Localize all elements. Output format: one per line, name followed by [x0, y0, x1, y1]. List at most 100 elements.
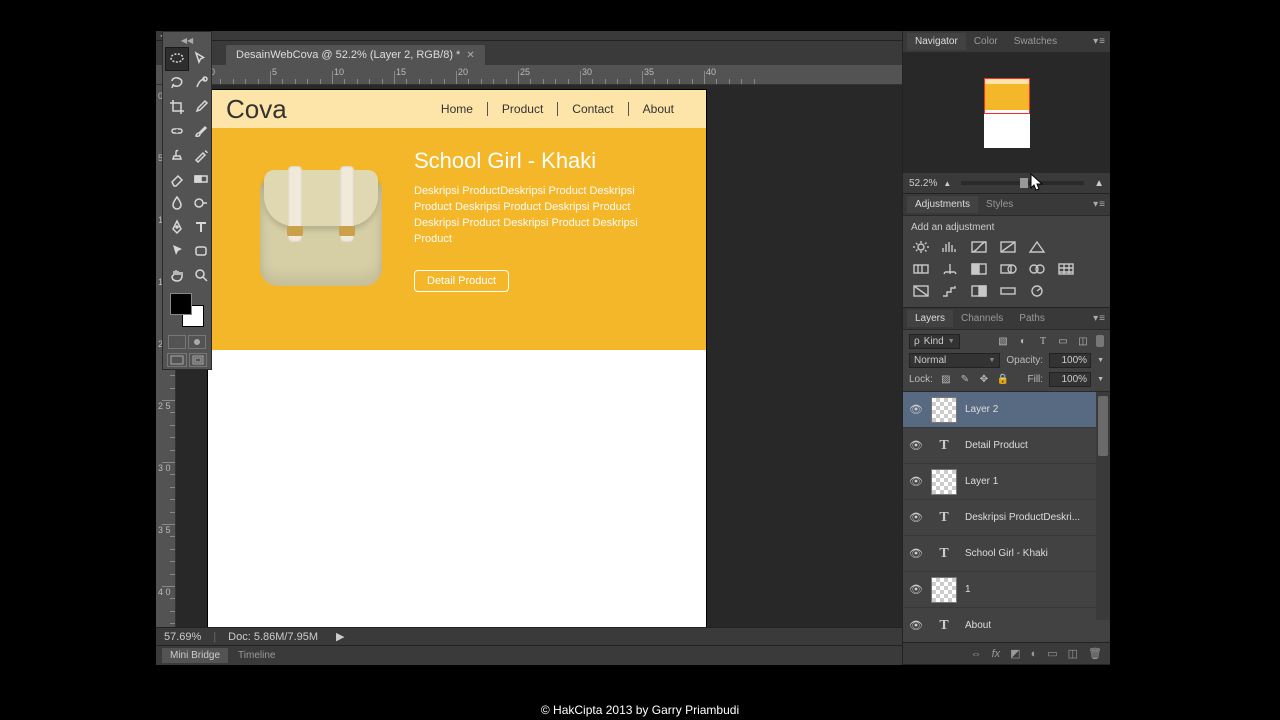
panel-menu-icon[interactable]: ▾≡ [1093, 199, 1106, 210]
posterize-adj-icon[interactable] [940, 283, 960, 299]
layer-row[interactable]: 👁1 [903, 572, 1110, 608]
link-layers-icon[interactable]: ⇔ [971, 648, 982, 660]
blur-tool[interactable] [165, 191, 189, 215]
pen-tool[interactable] [165, 215, 189, 239]
tab-navigator[interactable]: Navigator [907, 33, 966, 50]
levels-adj-icon[interactable] [940, 239, 960, 255]
tab-styles[interactable]: Styles [978, 196, 1021, 213]
tab-layers[interactable]: Layers [907, 310, 953, 327]
quick-select-tool[interactable] [189, 71, 213, 95]
zoom-readout[interactable]: 57.69% [164, 631, 201, 643]
new-fill-adj-icon[interactable]: ◐ [1031, 648, 1038, 660]
zoom-tool[interactable] [189, 263, 213, 287]
zoom-out-icon[interactable]: ▲ [943, 179, 951, 188]
text-tool[interactable] [189, 215, 213, 239]
delete-layer-icon[interactable]: 🗑 [1088, 647, 1102, 660]
exposure-adj-icon[interactable] [998, 239, 1018, 255]
visibility-toggle[interactable]: 👁 [909, 439, 923, 452]
healing-brush-tool[interactable] [165, 119, 189, 143]
threshold-adj-icon[interactable] [969, 283, 989, 299]
visibility-toggle[interactable]: 👁 [909, 403, 923, 416]
filter-text-icon[interactable]: T [1036, 335, 1050, 349]
tab-color[interactable]: Color [966, 33, 1006, 50]
document-canvas[interactable]: Cova Home Product Contact About [208, 90, 706, 628]
screen-mode-alt-icon[interactable] [189, 353, 207, 367]
hue-adj-icon[interactable] [911, 261, 931, 277]
color-swatches[interactable] [170, 293, 204, 327]
visibility-toggle[interactable]: 👁 [909, 475, 923, 488]
fill-input[interactable]: 100% [1049, 372, 1091, 387]
new-layer-icon[interactable]: ◫ [1068, 647, 1078, 660]
selective-color-icon[interactable] [1027, 283, 1047, 299]
screen-mode-icon[interactable] [167, 353, 187, 367]
bw-adj-icon[interactable] [969, 261, 989, 277]
eyedropper-tool[interactable] [189, 95, 213, 119]
tab-adjustments[interactable]: Adjustments [907, 196, 978, 213]
photo-filter-icon[interactable] [998, 261, 1018, 277]
document-tab[interactable]: DesainWebCova @ 52.2% (Layer 2, RGB/8) *… [226, 45, 485, 65]
brightness-icon[interactable] [911, 239, 931, 255]
invert-adj-icon[interactable] [911, 283, 931, 299]
tab-paths[interactable]: Paths [1011, 310, 1053, 327]
standard-mode-icon[interactable] [168, 335, 186, 349]
lock-position-icon[interactable]: ✥ [977, 373, 991, 387]
move-tool[interactable] [189, 47, 213, 71]
filter-smart-icon[interactable]: ◫ [1076, 335, 1090, 349]
lock-transparency-icon[interactable]: ▨ [939, 373, 953, 387]
filter-shape-icon[interactable]: ▭ [1056, 335, 1070, 349]
tab-swatches[interactable]: Swatches [1006, 33, 1065, 50]
layer-row[interactable]: 👁TDetail Product [903, 428, 1110, 464]
collapse-toolbox-icon[interactable]: ◀◀ [165, 34, 209, 47]
brush-tool[interactable] [189, 119, 213, 143]
lock-pixels-icon[interactable]: ✎ [958, 373, 972, 387]
panel-menu-icon[interactable]: ▾≡ [1093, 36, 1106, 47]
panel-menu-icon[interactable]: ▾≡ [1093, 313, 1106, 324]
layer-row[interactable]: 👁Layer 1 [903, 464, 1110, 500]
dodge-tool[interactable] [189, 191, 213, 215]
clone-stamp-tool[interactable] [165, 143, 189, 167]
blend-mode-select[interactable]: Normal▼ [909, 353, 1000, 368]
navigator-zoom-slider[interactable] [961, 181, 1084, 185]
close-tab-icon[interactable]: ✕ [466, 50, 474, 61]
lasso-tool[interactable] [165, 47, 189, 71]
tab-channels[interactable]: Channels [953, 310, 1011, 327]
quickmask-mode-icon[interactable] [188, 335, 206, 349]
opacity-input[interactable]: 100% [1049, 353, 1091, 368]
layers-scrollbar[interactable] [1096, 392, 1110, 620]
layer-row[interactable]: 👁TSchool Girl - Khaki [903, 536, 1110, 572]
layer-row[interactable]: 👁TAbout [903, 608, 1110, 642]
layer-row[interactable]: 👁TDeskripsi ProductDeskri... [903, 500, 1110, 536]
tab-mini-bridge[interactable]: Mini Bridge [162, 648, 228, 663]
lookup-adj-icon[interactable] [1056, 261, 1076, 277]
crop-tool[interactable] [165, 95, 189, 119]
color-balance-icon[interactable] [940, 261, 960, 277]
gradient-map-icon[interactable] [998, 283, 1018, 299]
layer-row[interactable]: 👁Layer 2 [903, 392, 1110, 428]
lock-all-icon[interactable]: 🔒 [996, 373, 1010, 387]
tab-timeline[interactable]: Timeline [230, 648, 283, 663]
path-select-tool[interactable] [165, 239, 189, 263]
visibility-toggle[interactable]: 👁 [909, 511, 923, 524]
status-menu-icon[interactable]: ▶ [336, 630, 344, 643]
fill-stepper[interactable]: ▼ [1097, 376, 1104, 383]
navigator-preview[interactable] [903, 53, 1110, 173]
layer-mask-icon[interactable]: ◩ [1010, 647, 1020, 660]
history-brush-tool[interactable] [189, 143, 213, 167]
curves-adj-icon[interactable] [969, 239, 989, 255]
eraser-tool[interactable] [165, 167, 189, 191]
gradient-tool[interactable] [189, 167, 213, 191]
zoom-in-icon[interactable]: ▲ [1094, 178, 1104, 189]
navigator-zoom-value[interactable]: 52.2% [909, 178, 937, 189]
filter-adjust-icon[interactable]: ◐ [1016, 335, 1030, 349]
shape-tool[interactable] [189, 239, 213, 263]
lasso-free-tool[interactable] [165, 71, 189, 95]
new-group-icon[interactable]: ▭ [1047, 647, 1057, 660]
filter-pixel-icon[interactable]: ▧ [996, 335, 1010, 349]
opacity-stepper[interactable]: ▼ [1097, 357, 1104, 364]
filter-toggle[interactable] [1096, 335, 1104, 347]
vibrance-adj-icon[interactable] [1027, 239, 1047, 255]
channel-mixer-icon[interactable] [1027, 261, 1047, 277]
hand-tool[interactable] [165, 263, 189, 287]
visibility-toggle[interactable]: 👁 [909, 547, 923, 560]
layer-filter-kind[interactable]: ρKind▼ [909, 334, 960, 349]
